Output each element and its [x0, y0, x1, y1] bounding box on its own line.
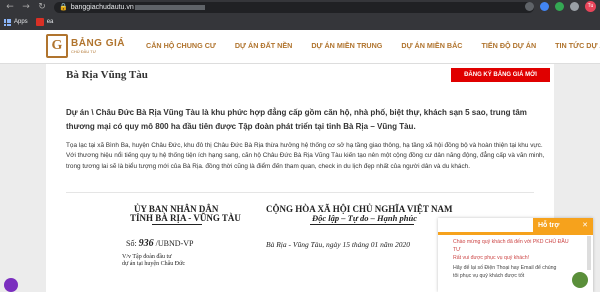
- omnibox[interactable]: 🔒 banggiachudautu.vn: [54, 1, 534, 13]
- nav-item-tien-do[interactable]: TIẾN ĐỘ DỰ ÁN: [481, 41, 536, 50]
- main-nav: CĂN HỘ CHUNG CƯ DỰ ÁN ĐẤT NỀN DỰ ÁN MIỀN…: [146, 41, 600, 50]
- chat-scrollbar[interactable]: [587, 236, 591, 270]
- bookmark-label: ea: [46, 19, 54, 25]
- bookmark-label: Apps: [14, 19, 28, 25]
- extension-icon[interactable]: [540, 2, 549, 11]
- chat-accent-bar: [438, 232, 593, 235]
- address-bar-row: ← → ↻ 🔒 banggiachudautu.vn Tu: [0, 0, 600, 14]
- doc-number-suffix: /UBND-VP: [155, 239, 194, 248]
- chat-header-label: Hỗ trợ: [538, 221, 560, 229]
- bookmark-favicon: [35, 18, 44, 26]
- forward-icon[interactable]: →: [20, 1, 32, 13]
- close-icon[interactable]: ✕: [582, 221, 588, 229]
- browser-chrome: ← → ↻ 🔒 banggiachudautu.vn Tu Apps ea: [0, 0, 600, 30]
- extension-icon[interactable]: [570, 2, 579, 11]
- doc-number: Số: 936 /UBND-VP: [126, 238, 193, 249]
- bookmark-apps[interactable]: Apps: [4, 18, 28, 26]
- nav-item-dat-nen[interactable]: DỰ ÁN ĐẤT NỀN: [235, 41, 292, 50]
- doc-underline: [310, 224, 414, 225]
- toolbar-icons: Tu: [525, 1, 596, 12]
- apps-grid-icon: [4, 18, 11, 26]
- doc-issuer-line2: TỈNH BÀ RỊA - VŨNG TÀU: [130, 213, 241, 223]
- extension-icon[interactable]: [555, 2, 564, 11]
- divider: [66, 192, 534, 193]
- logo-mark-icon: G: [46, 34, 68, 58]
- doc-motto: Độc lập – Tự do – Hạnh phúc: [312, 213, 417, 223]
- url-redacted: [134, 4, 205, 10]
- page-title: Bà Rịa Vũng Tàu: [66, 69, 148, 81]
- chat-message: Chào mừng quý khách đã đến với PKD CHỦ Đ…: [453, 238, 570, 262]
- bookmarks-bar: Apps ea: [0, 14, 600, 30]
- chat-message-main: Chào mừng quý khách đã đến với PKD CHỦ Đ…: [453, 239, 569, 253]
- support-chat-widget[interactable]: Hỗ trợ ✕ Chào mừng quý khách đã đến với …: [438, 218, 593, 292]
- url-text[interactable]: banggiachudautu.vn: [71, 4, 134, 11]
- extension-icon[interactable]: [525, 2, 534, 11]
- doc-subject-line2: dự án tại huyện Châu Đức: [122, 261, 185, 267]
- logo-subtitle: CHỦ ĐẦU TƯ: [71, 49, 97, 54]
- chat-header[interactable]: Hỗ trợ ✕: [533, 218, 593, 232]
- doc-underline: [152, 224, 202, 225]
- doc-number-prefix: Số:: [126, 239, 137, 248]
- title-bar: Bà Rịa Vũng Tàu ĐĂNG KÝ BẢNG GIÁ MỚI: [46, 64, 554, 86]
- back-icon[interactable]: ←: [4, 1, 16, 13]
- logo-text: BẢNG GIÁ CHỦ ĐẦU TƯ: [71, 38, 125, 54]
- doc-number-value: 936: [138, 238, 154, 249]
- reload-icon[interactable]: ↻: [36, 1, 48, 13]
- logo-title: BẢNG GIÁ: [71, 38, 125, 49]
- profile-avatar[interactable]: Tu: [585, 1, 596, 12]
- register-price-button[interactable]: ĐĂNG KÝ BẢNG GIÁ MỚI: [451, 68, 550, 82]
- nav-item-mien-trung[interactable]: DỰ ÁN MIỀN TRUNG: [311, 41, 382, 50]
- nav-item-mien-bac[interactable]: DỰ ÁN MIỀN BẮC: [401, 41, 462, 50]
- body-paragraph: Tọa lạc tại xã Bình Ba, huyện Châu Đức, …: [66, 142, 545, 170]
- site-logo[interactable]: G BẢNG GIÁ CHỦ ĐẦU TƯ: [46, 34, 125, 58]
- bookmark-ea[interactable]: ea: [35, 18, 54, 26]
- chat-message-tail: Rất vui được phục vụ quý khách!: [453, 255, 530, 261]
- doc-subject-line1: V/v Tập đoàn đầu tư: [122, 254, 172, 260]
- lock-icon[interactable]: 🔒: [59, 3, 68, 11]
- nav-item-can-ho[interactable]: CĂN HỘ CHUNG CƯ: [146, 41, 216, 50]
- chat-message-2: Hãy để lại số Điện Thoại hay Email để ch…: [453, 265, 557, 279]
- site-header: G BẢNG GIÁ CHỦ ĐẦU TƯ CĂN HỘ CHUNG CƯ DỰ…: [0, 30, 600, 64]
- messenger-icon[interactable]: [4, 278, 18, 292]
- agent-avatar: [572, 272, 588, 288]
- nav-item-tin-tuc[interactable]: TIN TỨC DỰ ÁN: [555, 41, 600, 50]
- doc-date: Bà Rịa - Vũng Tàu, ngày 15 tháng 01 năm …: [266, 240, 410, 249]
- lead-paragraph: Dự án \ Châu Đức Bà Rịa Vũng Tàu là khu …: [66, 108, 527, 131]
